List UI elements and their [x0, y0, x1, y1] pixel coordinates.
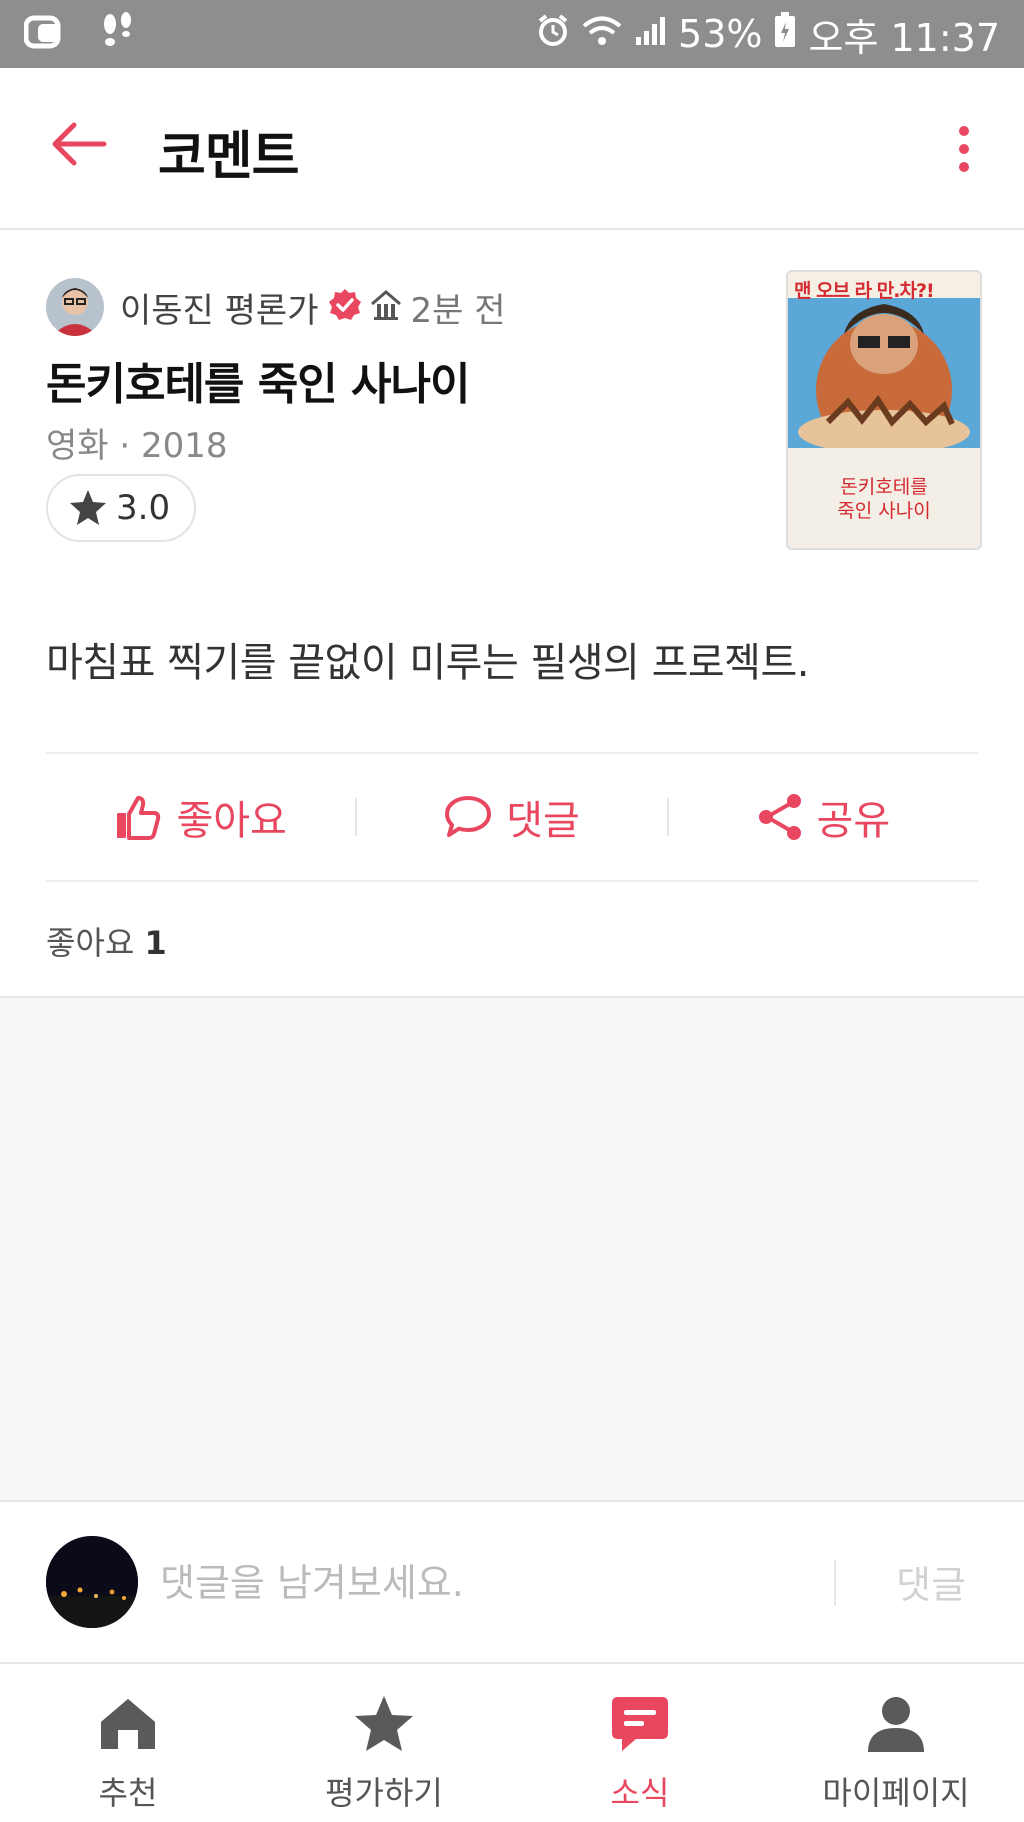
share-icon: [758, 794, 801, 840]
share-label: 공유: [816, 798, 891, 844]
thumbs-up-icon: [117, 796, 161, 840]
likes-count[interactable]: 좋아요 1: [46, 918, 167, 964]
movie-poster[interactable]: 맨 오브 라 만.차?! 돈키호테를 죽인 사나이: [786, 270, 982, 550]
more-options-button[interactable]: [944, 124, 984, 174]
author-name[interactable]: 이동진 평론가: [120, 283, 319, 332]
like-button[interactable]: 좋아요: [46, 788, 355, 846]
reply-label: 댓글: [506, 798, 580, 844]
footsteps-icon: [100, 12, 136, 56]
like-label: 좋아요: [176, 798, 287, 844]
time-ago: 2분 전: [410, 290, 506, 331]
poster-title-line1: 돈키호테를: [840, 476, 928, 498]
nav-item-news[interactable]: 소식: [512, 1664, 768, 1822]
comment-card: 이동진 평론가 2분 전 돈키호테를 죽인 사나이 영화 · 2018 3.0: [0, 230, 1024, 998]
divider: [46, 880, 978, 882]
nav-item-mypage[interactable]: 마이페이지: [768, 1664, 1024, 1822]
share-button[interactable]: 공유: [669, 788, 978, 846]
star-icon: [352, 1692, 416, 1756]
nav-label: 평가하기: [325, 1774, 443, 1812]
alarm-icon: [536, 12, 570, 56]
clock: 오후 11:37: [808, 15, 1000, 60]
comment-composer: 댓글: [0, 1500, 1024, 1664]
app-header: 코멘트: [0, 68, 1024, 230]
chat-icon: [608, 1692, 672, 1756]
likes-label: 좋아요: [46, 924, 135, 962]
action-bar: 좋아요 댓글 공유: [46, 754, 978, 880]
comment-text: 마침표 찍기를 끝없이 미루는 필생의 프로젝트.: [46, 640, 810, 686]
reply-button[interactable]: 댓글: [357, 788, 666, 846]
comment-input[interactable]: [158, 1546, 802, 1620]
speech-bubble-icon: [445, 796, 492, 837]
submit-comment-button[interactable]: 댓글: [896, 1554, 966, 1609]
poster-tagline: 맨 오브 라 만.차?!: [794, 280, 935, 302]
likes-number: 1: [144, 924, 167, 962]
uplus-app-icon: [23, 14, 66, 54]
rating-value: 3.0: [116, 488, 171, 528]
nav-item-rate[interactable]: 평가하기: [256, 1664, 512, 1822]
poster-title-line2: 죽인 사나이: [837, 500, 931, 522]
movie-title[interactable]: 돈키호테를 죽인 사나이: [46, 348, 470, 412]
critic-badge-icon: [369, 288, 403, 326]
more-vertical-icon: [959, 126, 969, 172]
back-button[interactable]: [50, 120, 110, 176]
my-avatar: [46, 1536, 138, 1628]
status-bar: 53% 오후 11:37: [0, 0, 1024, 68]
signal-icon: [634, 12, 666, 56]
rating-chip: 3.0: [46, 474, 197, 542]
wifi-icon: [582, 12, 622, 56]
movie-meta: 영화 · 2018: [46, 426, 228, 466]
battery-icon: [774, 11, 796, 57]
person-icon: [864, 1692, 928, 1756]
nav-item-recommend[interactable]: 추천: [0, 1664, 256, 1822]
page-title: 코멘트: [158, 127, 300, 187]
author-avatar[interactable]: [46, 278, 104, 336]
nav-label: 추천: [98, 1774, 158, 1812]
bottom-nav: 추천 평가하기 소식 마이페이지: [0, 1662, 1024, 1822]
nav-label: 마이페이지: [822, 1774, 970, 1812]
verified-badge-icon: [327, 287, 363, 327]
star-icon: [70, 490, 106, 525]
battery-percent: 53%: [678, 12, 763, 56]
nav-label: 소식: [610, 1774, 670, 1812]
arrow-left-icon: [52, 122, 107, 166]
composer-separator: [834, 1560, 836, 1606]
author-row[interactable]: 이동진 평론가 2분 전: [46, 278, 506, 336]
home-icon: [96, 1692, 160, 1756]
